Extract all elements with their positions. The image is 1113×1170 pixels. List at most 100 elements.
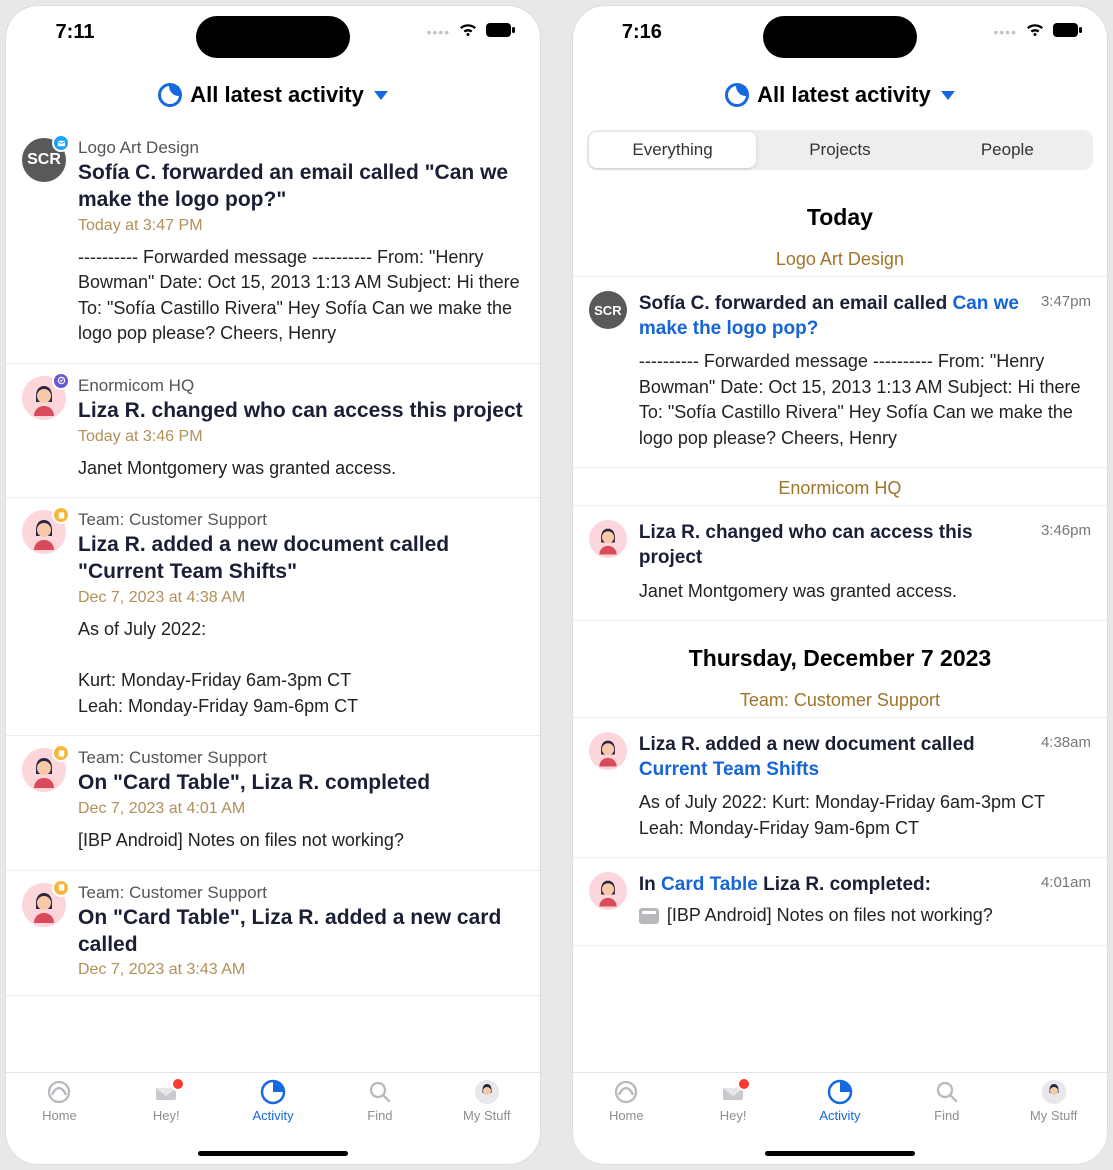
activity-item[interactable]: SCR Sofía C. forwarded an email called C… [573, 277, 1107, 468]
day-header: Thursday, December 7 2023 [573, 621, 1107, 680]
status-right: •••• [427, 22, 517, 43]
segment-everything[interactable]: Everything [589, 132, 756, 168]
wifi-icon [458, 22, 478, 43]
avatar [589, 732, 627, 770]
activity-excerpt: As of July 2022:Kurt: Monday-Friday 6am-… [78, 617, 524, 719]
status-bar: 7:11 •••• [6, 6, 540, 58]
page-header: All latest activity [573, 58, 1107, 126]
header-title: All latest activity [190, 82, 364, 108]
find-icon [933, 1079, 961, 1105]
activity-item[interactable]: Liza R. changed who can access this proj… [573, 506, 1107, 621]
activity-title: Liza R. changed who can access this proj… [639, 520, 1031, 570]
cellular-dots-icon: •••• [993, 24, 1017, 40]
activity-excerpt: [IBP Android] Notes on files not working… [78, 828, 524, 854]
page-header: All latest activity [6, 58, 540, 126]
activity-item[interactable]: Liza R. added a new document called Curr… [573, 718, 1107, 858]
avatar-icon [473, 1079, 501, 1105]
notch [763, 16, 917, 58]
activity-time: Today at 3:46 PM [78, 428, 524, 446]
activity-filter-button[interactable]: All latest activity [725, 82, 955, 108]
day-header: Today [573, 180, 1107, 239]
home-indicator[interactable] [198, 1151, 348, 1156]
avatar-icon [475, 1080, 499, 1104]
activity-link[interactable]: Current Team Shifts [639, 759, 819, 780]
tab-home[interactable]: Home [6, 1079, 113, 1164]
activity-title: On "Card Table", Liza R. completed [78, 770, 524, 797]
chevron-down-icon [941, 91, 955, 100]
activity-time: 3:46pm [1041, 520, 1091, 539]
avatar [589, 872, 627, 910]
avatar: SCR [589, 291, 627, 329]
activity-item[interactable]: Team: Customer Support On "Card Table", … [6, 735, 540, 870]
segmented-control[interactable]: EverythingProjectsPeople [587, 130, 1093, 170]
avatar-badge-icon [52, 134, 70, 152]
segment-projects[interactable]: Projects [756, 132, 923, 168]
activity-link[interactable]: Can we make the logo pop? [639, 293, 1019, 339]
avatar [22, 883, 66, 927]
activity-icon [826, 1079, 854, 1105]
clock-icon [725, 83, 749, 107]
project-section-header[interactable]: Logo Art Design [573, 239, 1107, 277]
tab-label: Activity [819, 1108, 860, 1123]
activity-title: Sofía C. forwarded an email called Can w… [639, 291, 1031, 341]
battery-icon [486, 22, 516, 43]
activity-time: Today at 3:47 PM [78, 217, 524, 235]
activity-title: Sofía C. forwarded an email called "Can … [78, 160, 524, 214]
tab-label: Find [934, 1108, 959, 1123]
activity-title: Liza R. added a new document called "Cur… [78, 532, 524, 586]
notification-dot [171, 1077, 185, 1091]
home-icon [45, 1079, 73, 1105]
activity-time: Dec 7, 2023 at 4:38 AM [78, 589, 524, 607]
activity-card[interactable]: [IBP Android] Notes on files not working… [639, 903, 1091, 929]
avatar-icon [1040, 1079, 1068, 1105]
activity-excerpt: ---------- Forwarded message ---------- … [78, 245, 524, 347]
activity-excerpt: Janet Montgomery was granted access. [639, 579, 1091, 605]
project-section-header[interactable]: Team: Customer Support [573, 680, 1107, 718]
wifi-icon [1025, 22, 1045, 43]
segment-people[interactable]: People [924, 132, 1091, 168]
activity-item[interactable]: SCR Logo Art Design Sofía C. forwarded a… [6, 126, 540, 364]
tab-label: Home [42, 1108, 77, 1123]
activity-feed[interactable]: TodayLogo Art Design SCR Sofía C. forwar… [573, 180, 1107, 1072]
tab-mystuff[interactable]: My Stuff [433, 1079, 540, 1164]
status-right: •••• [993, 22, 1083, 43]
tab-label: Find [367, 1108, 392, 1123]
notch [196, 16, 350, 58]
clock-icon [158, 83, 182, 107]
avatar-badge-icon [52, 372, 70, 390]
avatar-badge-icon [52, 506, 70, 524]
tab-label: Home [609, 1108, 644, 1123]
activity-item[interactable]: In Card Table Liza R. completed: 4:01am … [573, 858, 1107, 946]
activity-item[interactable]: Team: Customer Support On "Card Table", … [6, 870, 540, 997]
status-time: 7:11 [30, 21, 120, 44]
project-section-header[interactable]: Enormicom HQ [573, 468, 1107, 506]
activity-title: Liza R. changed who can access this proj… [78, 398, 524, 425]
tab-label: Activity [252, 1108, 293, 1123]
activity-title: In Card Table Liza R. completed: [639, 872, 931, 897]
header-title: All latest activity [757, 82, 931, 108]
activity-time: 3:47pm [1041, 291, 1091, 310]
activity-item[interactable]: Enormicom HQ Liza R. changed who can acc… [6, 363, 540, 498]
project-name: Team: Customer Support [78, 883, 524, 903]
activity-filter-button[interactable]: All latest activity [158, 82, 388, 108]
status-time: 7:16 [597, 21, 687, 44]
activity-item[interactable]: Team: Customer Support Liza R. added a n… [6, 497, 540, 736]
chevron-down-icon [374, 91, 388, 100]
tab-home[interactable]: Home [573, 1079, 680, 1164]
activity-time: 4:01am [1041, 872, 1091, 891]
activity-feed[interactable]: SCR Logo Art Design Sofía C. forwarded a… [6, 126, 540, 1072]
activity-time: Dec 7, 2023 at 4:01 AM [78, 800, 524, 818]
project-name: Team: Customer Support [78, 510, 524, 530]
home-indicator[interactable] [765, 1151, 915, 1156]
avatar [22, 376, 66, 420]
notification-dot [737, 1077, 751, 1091]
activity-excerpt: Janet Montgomery was granted access. [78, 456, 524, 482]
tab-mystuff[interactable]: My Stuff [1000, 1079, 1107, 1164]
activity-time: 4:38am [1041, 732, 1091, 751]
activity-link[interactable]: Card Table [661, 874, 758, 895]
avatar-badge-icon [52, 879, 70, 897]
activity-title: On "Card Table", Liza R. added a new car… [78, 905, 524, 959]
battery-icon [1053, 22, 1083, 43]
activity-title: Liza R. added a new document called Curr… [639, 732, 1031, 782]
tab-label: Hey! [720, 1108, 747, 1123]
